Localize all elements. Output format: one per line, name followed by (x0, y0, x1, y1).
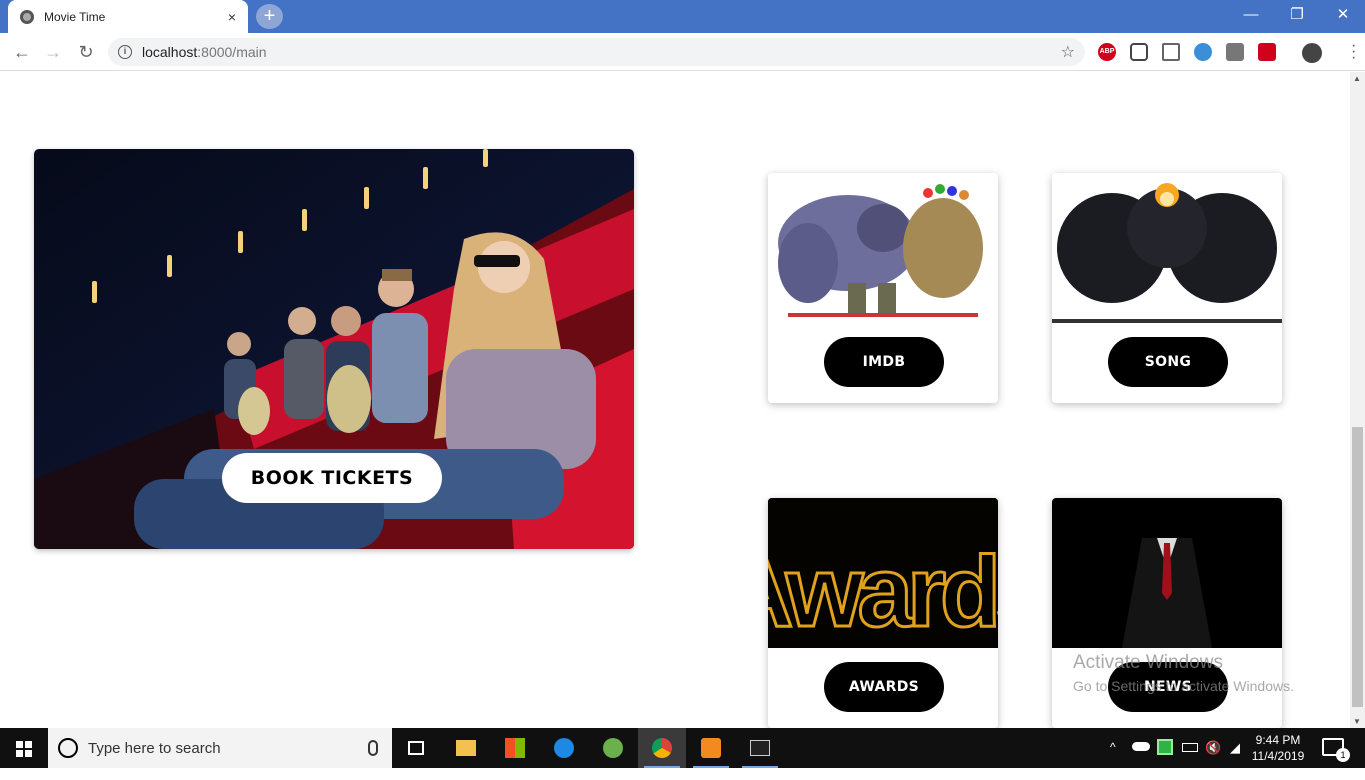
sublime-button[interactable] (687, 728, 735, 768)
store-icon (505, 738, 525, 758)
chrome-button[interactable] (638, 728, 686, 768)
browser-toolbar: ← → ↻ i localhost:8000/main ☆ ABP · · · (0, 33, 1365, 71)
suit-man-image (1052, 498, 1282, 648)
battery-icon[interactable] (1182, 743, 1198, 752)
clock-time: 9:44 PM (1255, 733, 1301, 747)
extension-glasses-icon[interactable] (1130, 43, 1148, 61)
terminal-button[interactable] (736, 728, 784, 768)
scroll-down-icon[interactable]: ▼ (1353, 717, 1361, 726)
watermark-subtitle: Go to Settings to activate Windows. (1073, 678, 1294, 694)
wifi-icon[interactable]: ◢ (1230, 740, 1240, 780)
microphone-icon[interactable] (368, 740, 378, 756)
url-path: :8000/main (197, 44, 267, 60)
close-window-button[interactable]: ✕ (1320, 0, 1365, 30)
page-scrollbar[interactable]: ▲ ▼ (1350, 72, 1365, 728)
card-awards[interactable]: Awards AWARDS (768, 498, 998, 728)
address-bar[interactable]: i localhost:8000/main ☆ (108, 38, 1085, 66)
tab-title: Movie Time (44, 9, 106, 24)
reload-icon[interactable]: ↻ (74, 41, 98, 65)
page-viewport: BOOK TICKETS IMDB SONG ward AWARDS NEWS … (0, 72, 1350, 728)
activate-windows-watermark: Activate Windows Go to Settings to activ… (1073, 652, 1294, 694)
adblock-extension-icon[interactable]: ABP (1098, 43, 1116, 61)
cortana-icon (58, 738, 78, 758)
android-studio-button[interactable] (589, 728, 637, 768)
folder-icon (456, 740, 476, 756)
ghost-rider-image (1052, 173, 1282, 323)
new-tab-button[interactable]: + (256, 4, 283, 29)
imdb-button[interactable]: IMDB (824, 337, 944, 387)
task-view-icon (408, 741, 424, 755)
awards-button[interactable]: AWARDS (824, 662, 944, 712)
url-host: localhost (142, 44, 198, 60)
show-hidden-icons-icon[interactable]: ^ (1110, 740, 1116, 780)
watermark-title: Activate Windows (1073, 652, 1223, 673)
forward-icon[interactable]: → (41, 41, 65, 65)
taskbar-clock[interactable]: 9:44 PM 11/4/2019 (1248, 732, 1308, 764)
minimize-button[interactable]: — (1228, 0, 1274, 30)
android-studio-icon (603, 738, 623, 758)
restore-button[interactable]: ❐ (1274, 0, 1320, 30)
onedrive-icon[interactable] (1132, 742, 1150, 751)
tray-app-icon[interactable] (1157, 739, 1173, 755)
edge-button[interactable] (540, 728, 588, 768)
song-button[interactable]: SONG (1108, 337, 1228, 387)
tab-close-icon[interactable]: × (228, 9, 236, 25)
search-placeholder: Type here to search (88, 739, 221, 757)
profile-avatar[interactable] (1302, 43, 1322, 63)
extension-pdf-icon[interactable] (1258, 43, 1276, 61)
windows-taskbar: Type here to search ^ 🔇 ◢ 9:44 PM 11/4/2… (0, 728, 1365, 768)
extension-camera-icon[interactable] (1226, 43, 1244, 61)
store-button[interactable] (491, 728, 539, 768)
extension-owl-icon[interactable] (1194, 43, 1212, 61)
windows-logo-icon (16, 741, 32, 757)
chrome-icon (652, 738, 672, 758)
browser-menu-icon[interactable]: · · · (1351, 38, 1356, 66)
taskbar-search[interactable]: Type here to search (48, 728, 392, 768)
browser-tab[interactable]: Movie Time × (8, 0, 248, 33)
hero-cinema-image: BOOK TICKETS (34, 149, 634, 549)
clock-date: 11/4/2019 (1251, 749, 1305, 763)
card-song[interactable]: SONG (1052, 173, 1282, 403)
notification-count-badge: 1 (1336, 748, 1350, 762)
scroll-up-icon[interactable]: ▲ (1353, 74, 1361, 83)
bookmark-star-icon[interactable]: ☆ (1061, 42, 1075, 62)
scrollbar-thumb[interactable] (1352, 427, 1363, 707)
volume-muted-icon[interactable]: 🔇 (1205, 740, 1221, 780)
extension-document-icon[interactable] (1162, 43, 1180, 61)
browser-titlebar: Movie Time × + — ❐ ✕ (0, 0, 1365, 33)
book-tickets-button[interactable]: BOOK TICKETS (222, 453, 442, 503)
action-center-icon[interactable]: 1 (1322, 738, 1350, 762)
awards-banner-text: Awards (768, 536, 998, 648)
awards-banner-image: Awards (768, 498, 998, 648)
terminal-icon (750, 740, 770, 756)
card-imdb[interactable]: IMDB (768, 173, 998, 403)
globe-icon (20, 9, 34, 24)
thanos-hulk-image (768, 173, 998, 323)
info-icon[interactable]: i (118, 45, 132, 59)
back-icon[interactable]: ← (10, 41, 34, 65)
edge-icon (554, 738, 574, 758)
sublime-text-icon (701, 738, 721, 758)
task-view-button[interactable] (392, 728, 440, 768)
start-button[interactable] (0, 728, 48, 768)
file-explorer-button[interactable] (442, 728, 490, 768)
